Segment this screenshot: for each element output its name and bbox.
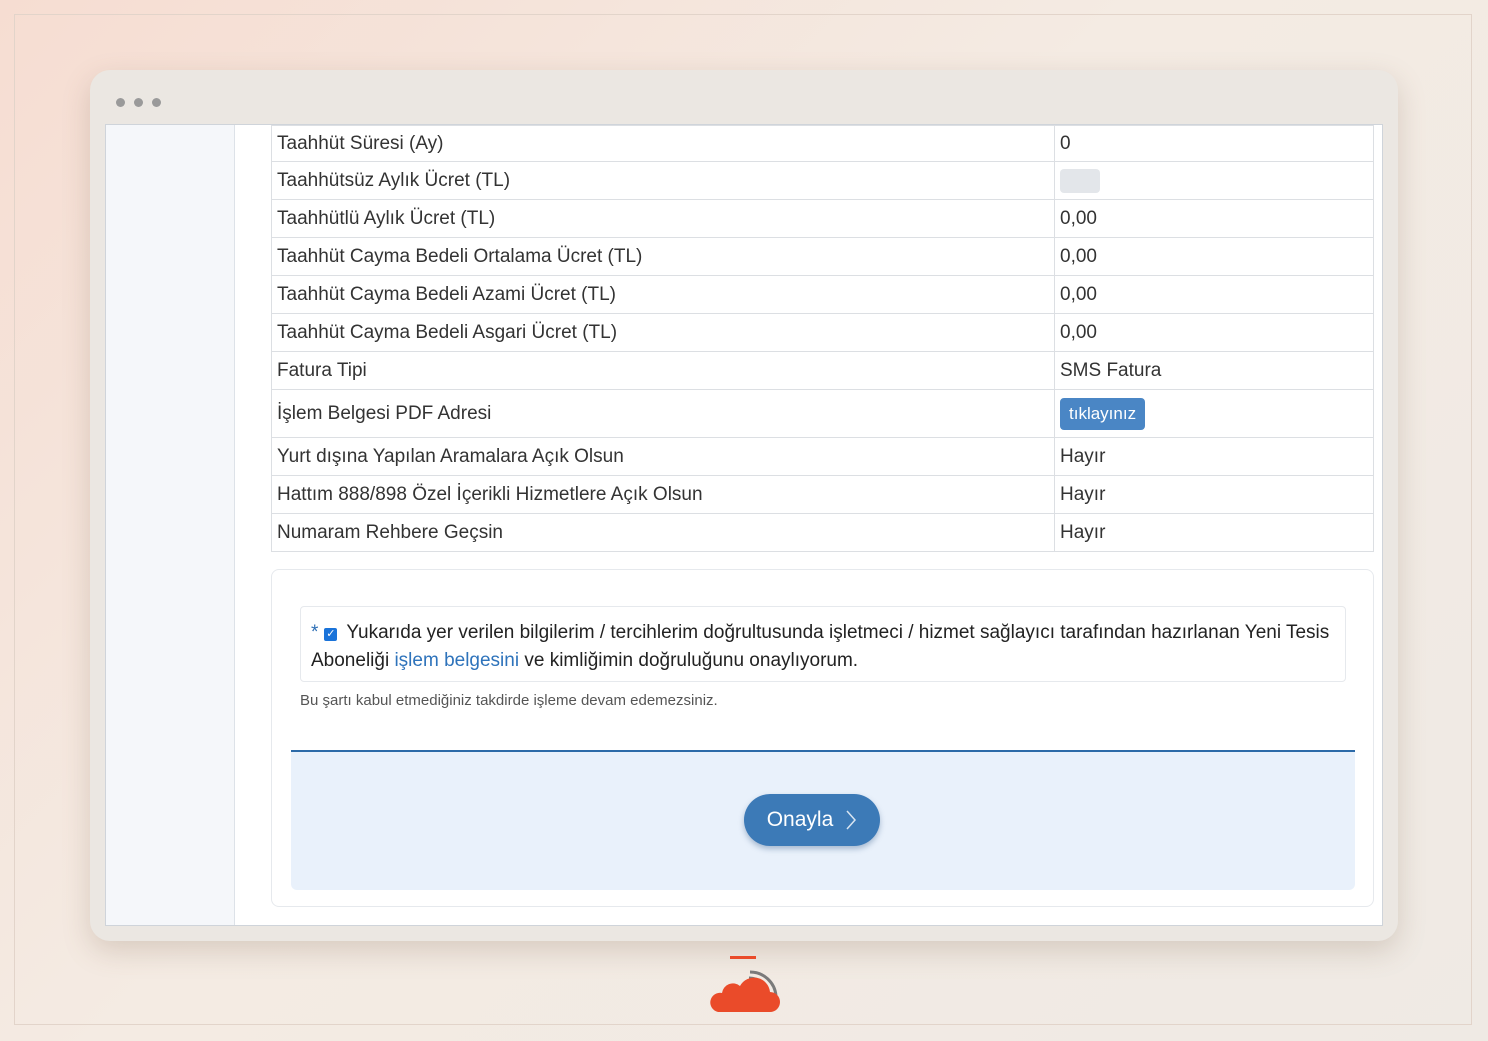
- window-controls: [116, 98, 161, 107]
- row-label: Taahhüt Süresi (Ay): [271, 125, 1055, 162]
- row-value: Hayır: [1054, 475, 1374, 514]
- chevron-right-icon: [846, 810, 857, 830]
- row-value: 0: [1054, 125, 1374, 162]
- window-dot-icon: [116, 98, 125, 107]
- row-label: Taahhütlü Aylık Ücret (TL): [271, 199, 1055, 238]
- window-dot-icon: [134, 98, 143, 107]
- row-label: Fatura Tipi: [271, 351, 1055, 390]
- consent-text-after: ve kimliğimin doğruluğunu onaylıyorum.: [519, 650, 859, 671]
- row-value: 0,00: [1054, 237, 1374, 276]
- row-value: Hayır: [1054, 437, 1374, 476]
- row-label: İşlem Belgesi PDF Adresi: [271, 389, 1055, 438]
- row-label: Hattım 888/898 Özel İçerikli Hizmetlere …: [271, 475, 1055, 514]
- action-area: Onayla: [291, 750, 1355, 890]
- row-label: Taahhüt Cayma Bedeli Ortalama Ücret (TL): [271, 237, 1055, 276]
- pdf-link-button[interactable]: tıklayınız: [1060, 397, 1146, 430]
- table-row: Yurt dışına Yapılan Aramalara Açık Olsun…: [271, 437, 1374, 476]
- table-row: Taahhüt Cayma Bedeli Asgari Ücret (TL) 0…: [271, 313, 1374, 352]
- summary-content: Taahhüt Süresi (Ay) 0 Taahhütsüz Aylık Ü…: [271, 125, 1374, 552]
- row-value: 0,00: [1054, 275, 1374, 314]
- row-label: Taahhüt Cayma Bedeli Asgari Ücret (TL): [271, 313, 1055, 352]
- row-label: Taahhütsüz Aylık Ücret (TL): [271, 161, 1055, 200]
- confirm-button-label: Onayla: [766, 808, 834, 831]
- consent-note: Bu şartı kabul etmediğiniz takdirde işle…: [300, 692, 718, 709]
- cloud-logo-icon: [710, 956, 780, 1012]
- table-row: Hattım 888/898 Özel İçerikli Hizmetlere …: [271, 475, 1374, 514]
- page-viewport: Taahhüt Süresi (Ay) 0 Taahhütsüz Aylık Ü…: [105, 124, 1383, 926]
- confirm-button[interactable]: Onayla: [744, 794, 880, 846]
- row-value: [1054, 161, 1374, 200]
- table-row: Taahhüt Cayma Bedeli Azami Ücret (TL) 0,…: [271, 275, 1374, 314]
- row-value: SMS Fatura: [1054, 351, 1374, 390]
- document-link[interactable]: işlem belgesini: [394, 650, 519, 671]
- consent-box: * ✓ Yukarıda yer verilen bilgilerim / terc…: [300, 606, 1346, 682]
- row-label: Taahhüt Cayma Bedeli Azami Ücret (TL): [271, 275, 1055, 314]
- subscription-info-table: Taahhüt Süresi (Ay) 0 Taahhütsüz Aylık Ü…: [271, 125, 1374, 552]
- required-mark: *: [311, 622, 319, 643]
- table-row: İşlem Belgesi PDF Adresi tıklayınız: [271, 389, 1374, 438]
- row-value: Hayır: [1054, 513, 1374, 552]
- row-value: 0,00: [1054, 313, 1374, 352]
- row-label: Yurt dışına Yapılan Aramalara Açık Olsun: [271, 437, 1055, 476]
- table-row: Taahhüt Cayma Bedeli Ortalama Ücret (TL)…: [271, 237, 1374, 276]
- left-sidebar: [106, 125, 235, 925]
- row-value: 0,00: [1054, 199, 1374, 238]
- empty-value-box: [1060, 168, 1100, 193]
- browser-window: Taahhüt Süresi (Ay) 0 Taahhütsüz Aylık Ü…: [90, 70, 1398, 941]
- table-row: Numaram Rehbere Geçsin Hayır: [271, 513, 1374, 552]
- table-row: Fatura Tipi SMS Fatura: [271, 351, 1374, 390]
- table-row: Taahhütsüz Aylık Ücret (TL): [271, 161, 1374, 200]
- table-row: Taahhüt Süresi (Ay) 0: [271, 125, 1374, 162]
- row-value: tıklayınız: [1054, 389, 1374, 438]
- consent-checkbox[interactable]: ✓: [324, 628, 338, 641]
- confirmation-panel: * ✓ Yukarıda yer verilen bilgilerim / terc…: [271, 569, 1374, 907]
- row-label: Numaram Rehbere Geçsin: [271, 513, 1055, 552]
- window-dot-icon: [152, 98, 161, 107]
- table-row: Taahhütlü Aylık Ücret (TL) 0,00: [271, 199, 1374, 238]
